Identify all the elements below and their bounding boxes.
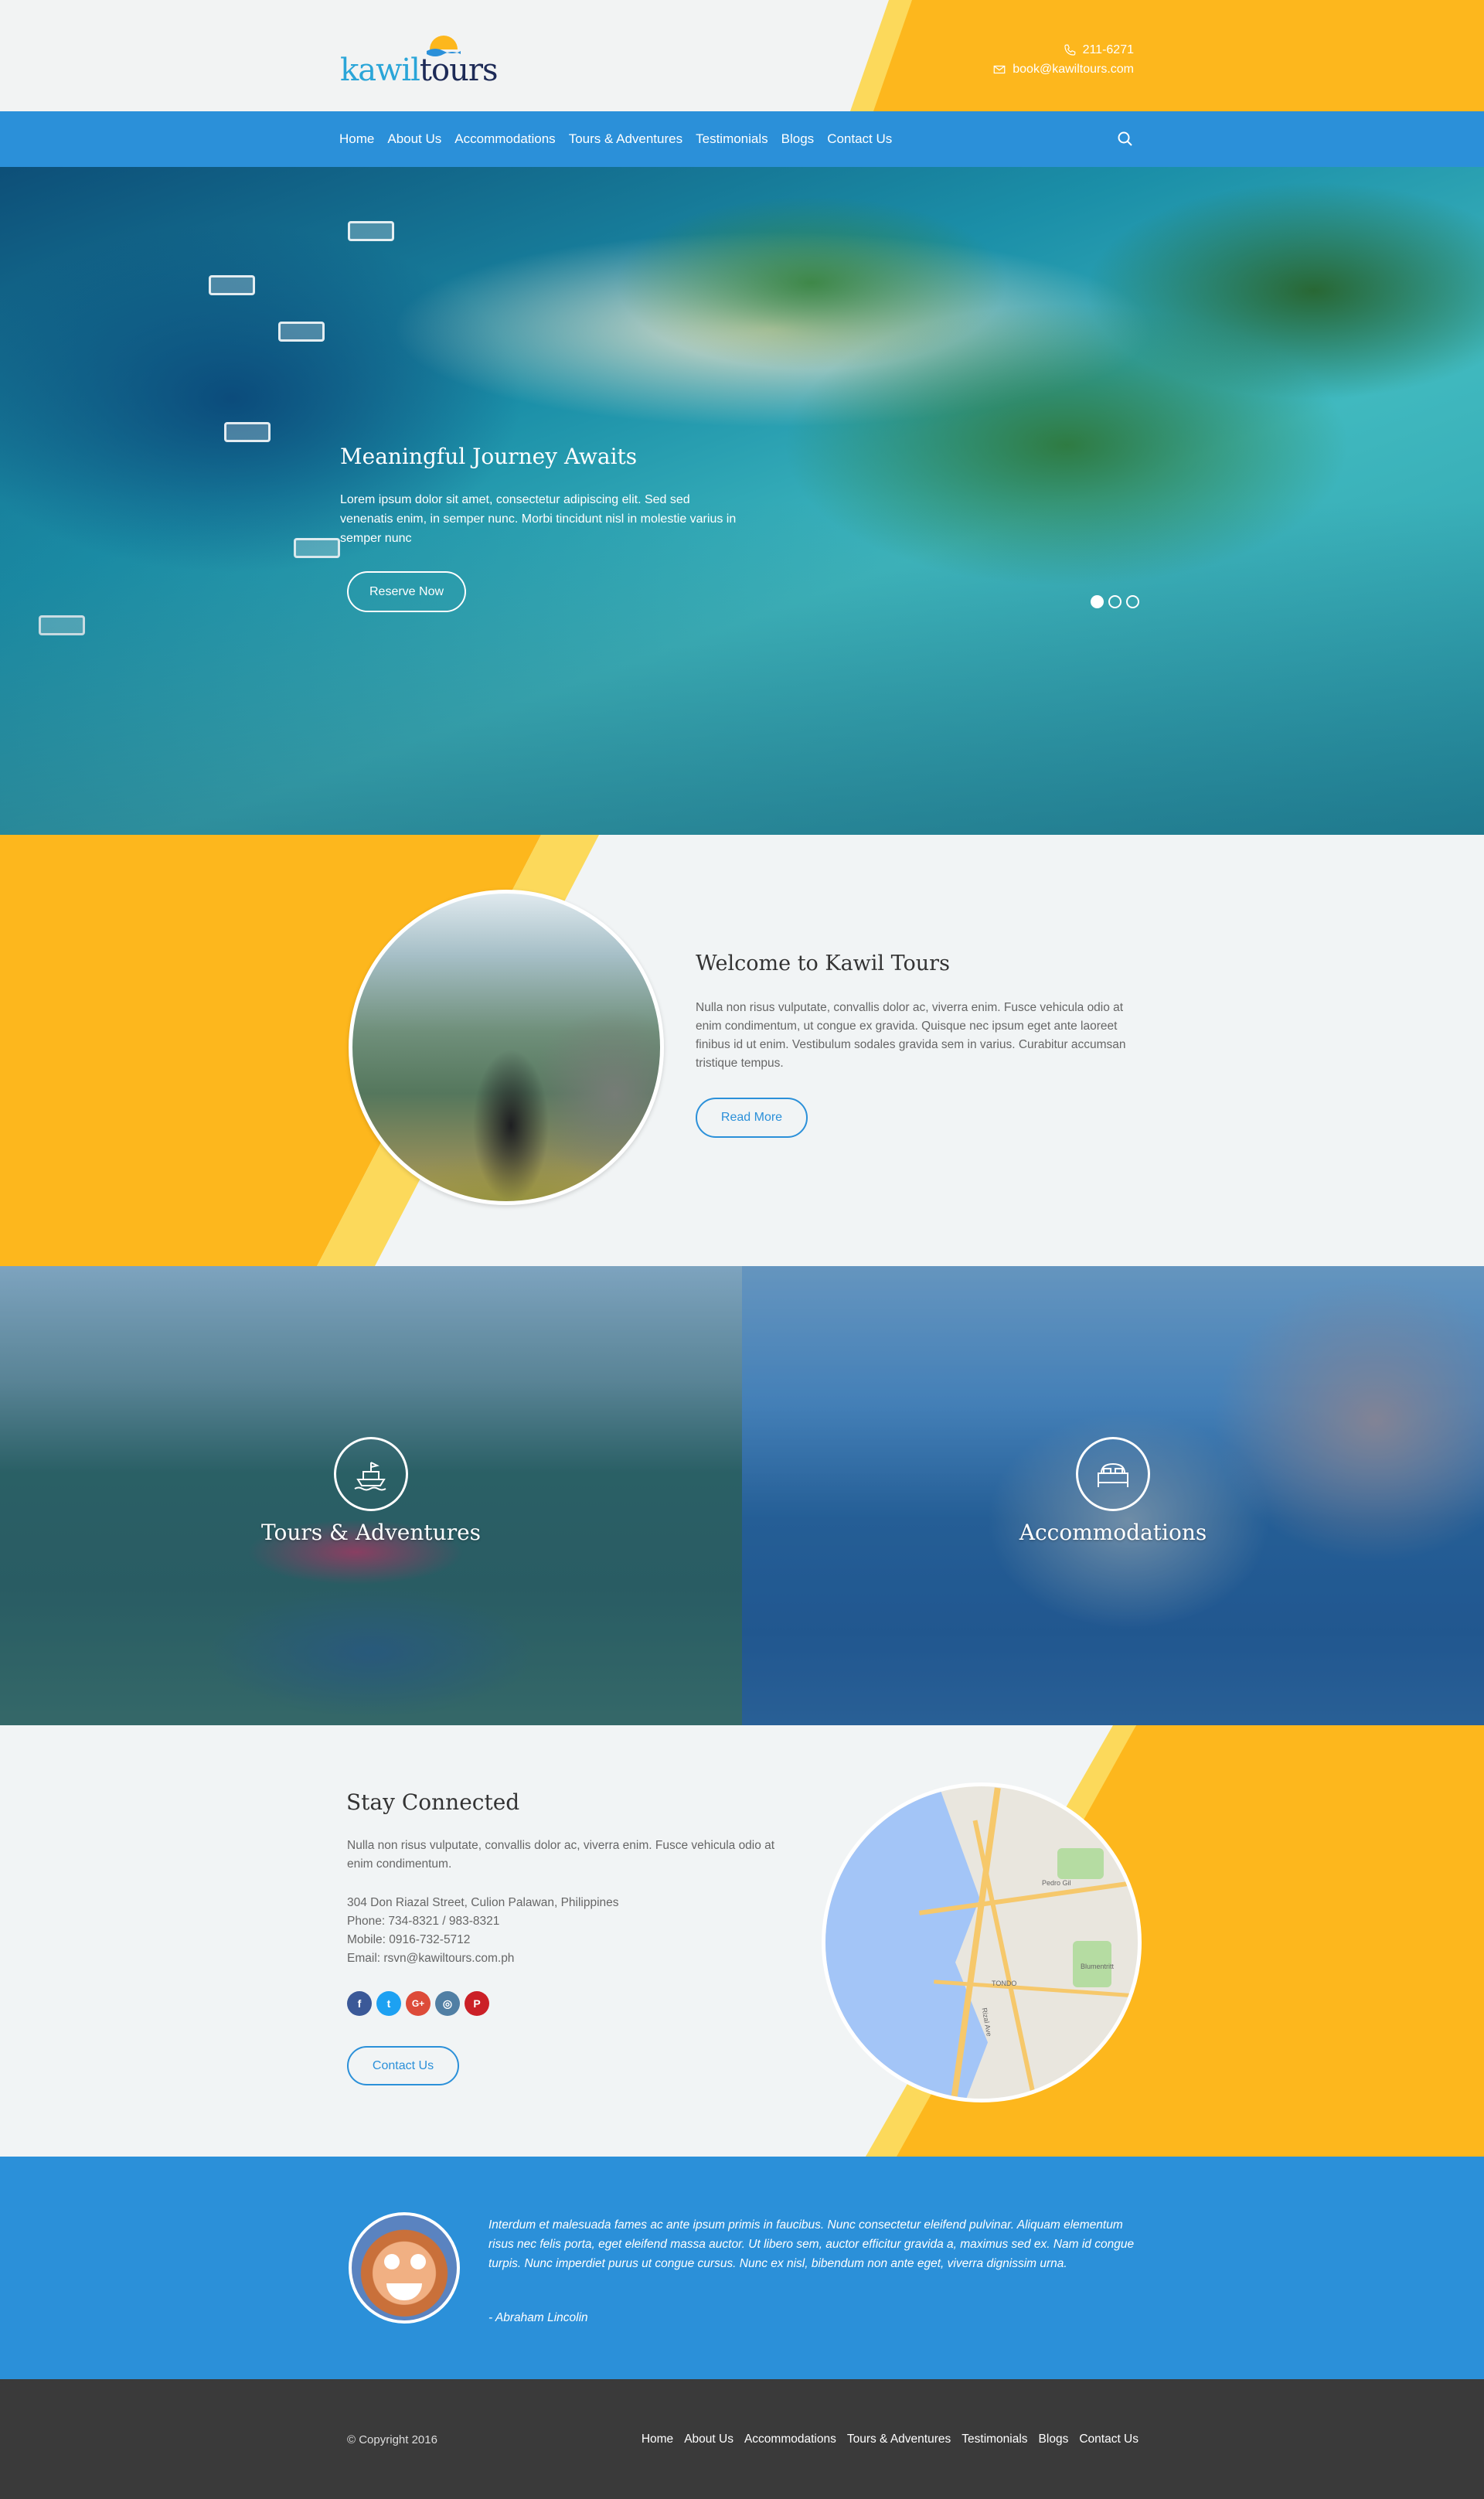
top-bar: kawiltours 211-6271 book@kawiltours.com <box>0 0 1484 111</box>
map-label-area: Blumentritt <box>1081 1963 1115 1970</box>
nav-item-home[interactable]: Home <box>339 131 374 147</box>
google-plus-icon[interactable]: G+ <box>406 1991 431 2016</box>
nav-item-testimonials[interactable]: Testimonials <box>696 131 768 147</box>
facebook-icon[interactable]: f <box>347 1991 372 2016</box>
footer-link-testimonials[interactable]: Testimonials <box>962 2433 1027 2446</box>
contact-details: 304 Don Riazal Street, Culion Palawan, P… <box>347 1894 619 1968</box>
hero-text: Lorem ipsum dolor sit amet, consectetur … <box>340 493 737 545</box>
bed-icon <box>1076 1437 1150 1511</box>
location-map[interactable]: TONDO Blumentritt Pedro Gil Rizal Ave <box>822 1782 1142 2102</box>
nav-item-about[interactable]: About Us <box>387 131 441 147</box>
slider-dot-3[interactable] <box>1126 595 1139 608</box>
top-phone[interactable]: 211-6271 <box>1083 40 1134 60</box>
logo-text-kawil: kawil <box>340 53 420 88</box>
top-bar-accent <box>850 0 1484 111</box>
copyright: © Copyright 2016 <box>347 2433 437 2446</box>
boat-icon <box>334 1437 408 1511</box>
nav-item-contact[interactable]: Contact Us <box>827 131 892 147</box>
phone-icon <box>1064 44 1075 56</box>
footer-link-about[interactable]: About Us <box>684 2433 733 2446</box>
avatar-eye <box>384 2254 400 2269</box>
reserve-now-button[interactable]: Reserve Now <box>347 571 466 612</box>
social-links: f t G+ ◎ P <box>347 1991 489 2016</box>
avatar-eye <box>410 2254 426 2269</box>
avatar <box>349 2212 460 2324</box>
tours-adventures-tile[interactable]: Tours & Adventures <box>0 1266 742 1725</box>
mail-icon <box>993 65 1006 73</box>
top-email[interactable]: book@kawiltours.com <box>1013 60 1134 79</box>
connect-title: Stay Connected <box>346 1789 520 1815</box>
contact-address: 304 Don Riazal Street, Culion Palawan, P… <box>347 1896 619 1909</box>
tile-title-tours: Tours & Adventures <box>260 1520 482 1545</box>
avatar-mouth <box>386 2283 422 2300</box>
twitter-icon[interactable]: t <box>376 1991 401 2016</box>
footer-links: Home About Us Accommodations Tours & Adv… <box>642 2433 1139 2446</box>
map-label-road: Pedro Gil <box>1042 1879 1071 1887</box>
logo-text-tours: tours <box>419 53 499 88</box>
footer-link-tours[interactable]: Tours & Adventures <box>847 2433 951 2446</box>
testimonial-author: - Abraham Lincolin <box>488 2311 588 2324</box>
slider-dots <box>1091 595 1139 608</box>
accommodations-tile[interactable]: Accommodations <box>742 1266 1484 1725</box>
pinterest-icon[interactable]: P <box>465 1991 489 2016</box>
map-label-district: TONDO <box>992 1980 1017 1987</box>
read-more-button[interactable]: Read More <box>696 1098 808 1138</box>
footer-link-blogs[interactable]: Blogs <box>1039 2433 1069 2446</box>
nav-item-tours[interactable]: Tours & Adventures <box>569 131 682 147</box>
top-contact: 211-6271 book@kawiltours.com <box>992 40 1134 79</box>
hero-content: Meaningful Journey Awaits Lorem ipsum do… <box>0 167 1484 835</box>
slider-dot-1[interactable] <box>1091 595 1104 608</box>
main-nav: Home About Us Accommodations Tours & Adv… <box>0 111 1484 167</box>
contact-email[interactable]: Email: rsvn@kawiltours.com.ph <box>347 1949 619 1968</box>
welcome-title: Welcome to Kawil Tours <box>696 952 950 975</box>
contact-mobile: Mobile: 0916-732-5712 <box>347 1933 471 1946</box>
footer-link-accommodations[interactable]: Accommodations <box>744 2433 836 2446</box>
logo[interactable]: kawiltours <box>340 25 498 90</box>
hiker-photo <box>349 890 664 1205</box>
welcome-text: Nulla non risus vulputate, convallis dol… <box>696 1001 1126 1070</box>
tile-title-accommodations: Accommodations <box>1019 1520 1207 1545</box>
instagram-icon[interactable]: ◎ <box>435 1991 460 2016</box>
slider-dot-2[interactable] <box>1108 595 1122 608</box>
map-road <box>972 1820 1039 2099</box>
search-icon[interactable] <box>1116 130 1135 148</box>
contact-phone: Phone: 734-8321 / 983-8321 <box>347 1915 500 1928</box>
hero-title: Meaningful Journey Awaits <box>340 444 638 469</box>
connect-text: Nulla non risus vulputate, convallis dol… <box>347 1839 775 1871</box>
footer-link-contact[interactable]: Contact Us <box>1079 2433 1139 2446</box>
stay-connected-section <box>0 1725 1484 2157</box>
nav-item-blogs[interactable]: Blogs <box>781 131 815 147</box>
nav-item-accommodations[interactable]: Accommodations <box>454 131 555 147</box>
footer-link-home[interactable]: Home <box>642 2433 673 2446</box>
map-water <box>825 1786 988 2099</box>
contact-us-button[interactable]: Contact Us <box>347 2046 459 2085</box>
map-park <box>1057 1848 1104 1879</box>
testimonial-quote: Interdum et malesuada fames ac ante ipsu… <box>488 2218 1135 2270</box>
